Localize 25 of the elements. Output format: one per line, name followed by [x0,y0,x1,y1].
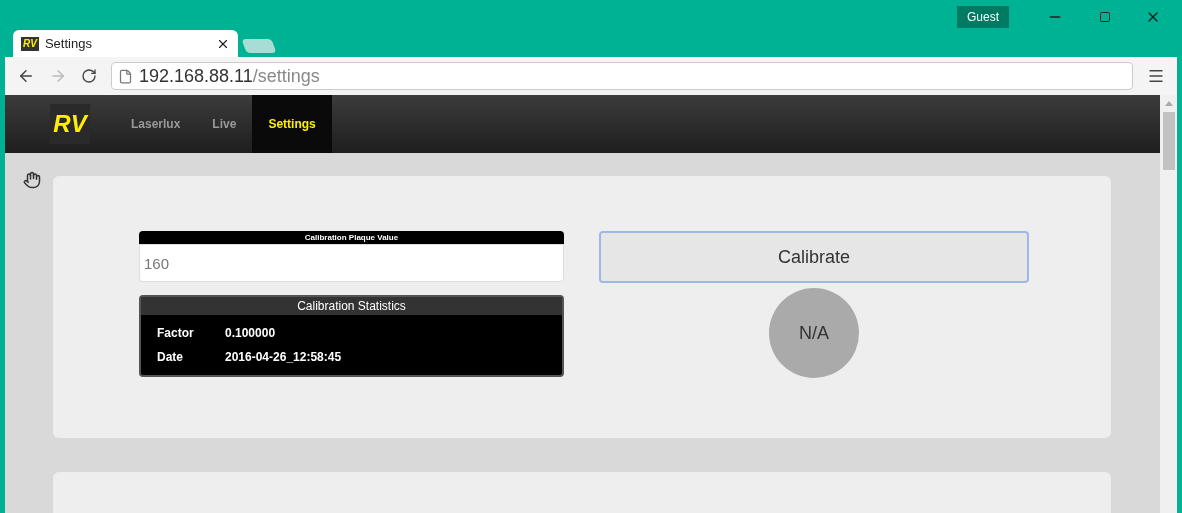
stat-label: Factor [157,325,195,342]
favicon: RV [21,36,39,51]
stat-label: Date [157,349,184,366]
field-label: Calibration Plaque Value [139,231,564,244]
hand-icon [23,171,41,189]
scrollbar-thumb[interactable] [1162,112,1175,170]
browser-tab[interactable]: RV Settings [13,30,238,57]
stat-value: 0.100000 [225,325,276,342]
address-field[interactable]: 192.168.88.11/settings [111,62,1133,90]
nav-item[interactable]: Settings [252,95,332,153]
stat-value: 2016-04-26_12:58:45 [225,349,342,366]
tab-title: Settings [44,34,93,53]
logo: RV [50,104,90,144]
back-icon[interactable] [17,67,35,85]
profile-label[interactable]: Guest [957,6,1009,28]
input-field[interactable]: 160 [139,244,564,282]
reload-icon[interactable] [81,68,97,84]
nav-item[interactable]: Live [196,95,253,153]
status-indicator: N/A [769,288,859,378]
maximize-icon[interactable] [1099,11,1111,23]
menu-icon[interactable] [1147,67,1165,85]
page-icon [118,68,133,84]
panel-title: Calibration Statistics [141,297,562,315]
nav-item[interactable]: Laserlux [115,95,197,153]
calibrate-button[interactable]: Calibrate [599,231,1029,283]
